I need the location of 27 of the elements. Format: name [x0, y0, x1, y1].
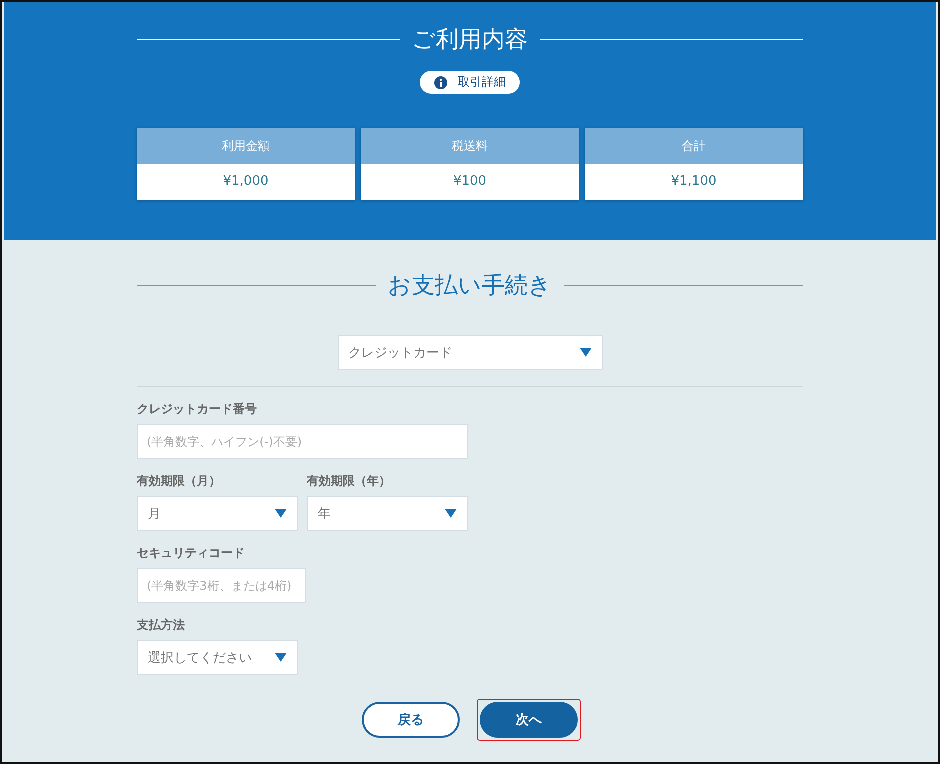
summary-value: ¥1,100 — [585, 164, 803, 200]
next-button[interactable]: 次へ — [480, 702, 578, 738]
payment-method-select[interactable]: クレジットカード — [338, 335, 602, 370]
dropdown-arrow-icon — [580, 348, 592, 357]
summary-value: ¥100 — [361, 164, 579, 200]
summary-value: ¥1,000 — [137, 164, 355, 200]
field-label: 有効期限（年） — [307, 473, 392, 490]
back-button[interactable]: 戻る — [362, 702, 460, 738]
dropdown-arrow-icon — [445, 509, 457, 518]
dropdown-arrow-icon — [275, 509, 287, 518]
field-label: セキュリティコード — [137, 545, 246, 562]
field-label: クレジットカード番号 — [137, 401, 258, 418]
dropdown-arrow-icon — [275, 653, 287, 662]
details-button[interactable]: 取引詳細 — [420, 71, 520, 94]
field-label: 有効期限（月） — [137, 473, 222, 490]
input-field[interactable]: (半角数字3桁、または4桁) — [137, 568, 306, 603]
input-field[interactable]: (半角数字、ハイフン(-)不要) — [137, 424, 468, 459]
summary-header: 税送料 — [361, 128, 579, 164]
select-field[interactable]: 選択してください — [137, 640, 298, 675]
field-label: 支払方法 — [137, 617, 186, 634]
info-icon — [434, 76, 448, 90]
summary-header: 合計 — [585, 128, 803, 164]
section-title: お支払い手続き — [388, 272, 552, 301]
select-field[interactable]: 月 — [137, 496, 298, 531]
summary-header: 利用金額 — [137, 128, 355, 164]
select-field[interactable]: 年 — [307, 496, 468, 531]
section-title: ご利用内容 — [412, 26, 528, 55]
